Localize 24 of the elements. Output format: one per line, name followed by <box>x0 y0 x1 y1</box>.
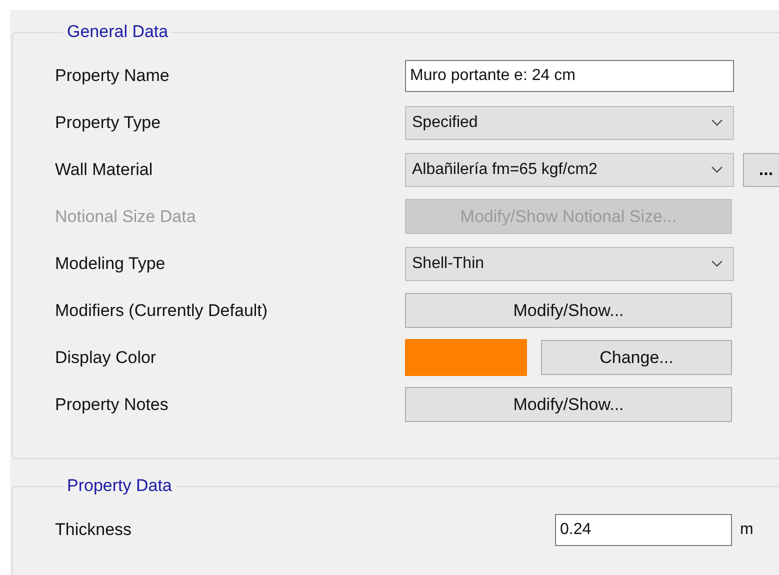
field-label: Property Notes <box>55 394 170 414</box>
chevron-down-icon <box>711 260 723 267</box>
field-label: Thickness <box>55 520 133 540</box>
field-label: Notional Size Data <box>55 206 197 226</box>
more-button[interactable]: ... <box>743 152 779 186</box>
dropdown[interactable]: Specified <box>405 106 734 140</box>
chevron-down-icon <box>711 119 723 126</box>
dropdown[interactable]: Albañilería fm=65 kgf/cm2 <box>405 152 734 186</box>
unit-label: m <box>740 520 754 538</box>
field-label: Display Color <box>55 348 158 368</box>
group-title: General Data <box>66 22 170 42</box>
field-label: Modeling Type <box>55 254 166 274</box>
group-title: Property Data <box>66 476 173 496</box>
action-button[interactable]: Modify/Show... <box>405 293 732 328</box>
action-button[interactable]: Modify/Show... <box>405 387 732 422</box>
text-field[interactable]: Muro portante e: 24 cm <box>405 60 734 92</box>
chevron-down-icon <box>711 166 723 173</box>
change-button[interactable]: Change... <box>541 340 732 375</box>
field-label: Wall Material <box>55 160 154 180</box>
number-field[interactable]: 0.24 <box>555 514 732 546</box>
field-label: Property Name <box>55 66 170 86</box>
field-label: Property Type <box>55 112 162 132</box>
field-label: Modifiers (Currently Default) <box>55 300 269 320</box>
dropdown[interactable]: Shell-Thin <box>405 246 734 280</box>
